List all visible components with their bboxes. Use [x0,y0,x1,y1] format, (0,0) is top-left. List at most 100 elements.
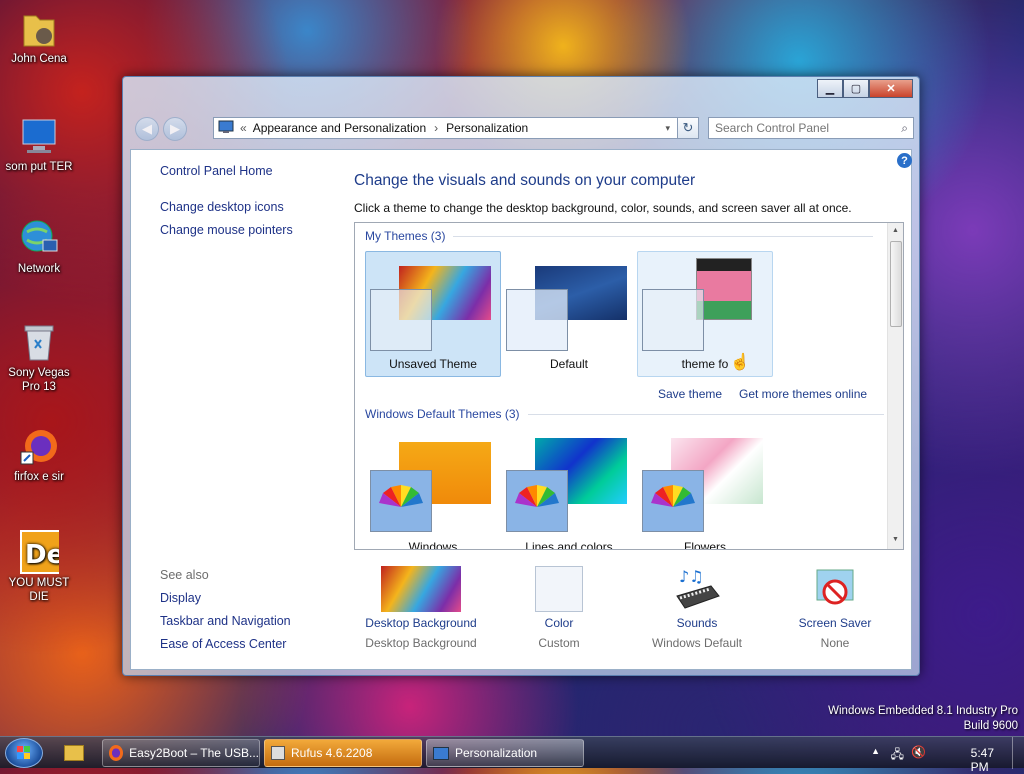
theme-tile-lines-colors[interactable]: Lines and colors [501,433,637,549]
taskbar-button-label: Rufus 4.6.2208 [291,746,373,760]
refresh-button[interactable]: ↻ [677,117,699,139]
window-color-preview [370,289,432,351]
theme-thumbnail [696,258,752,320]
theme-tile-default[interactable]: Default [501,251,637,377]
color-wheel-icon [370,470,432,532]
ease-of-access-link[interactable]: Ease of Access Center [160,637,286,651]
maximize-button[interactable]: ▢ [843,79,869,98]
volume-muted-icon[interactable]: 🔇 [911,745,926,759]
desktop-icon-sony-vegas[interactable]: Sony Vegas Pro 13 [0,322,78,394]
forward-button[interactable]: ▶ [163,117,187,141]
color-item[interactable]: Color Custom [489,566,629,650]
desktop-background-link[interactable]: Desktop Background [351,616,491,630]
taskbar-button-label: Easy2Boot – The USB... [129,746,259,760]
sounds-value: Windows Default [651,636,743,650]
page-title: Change the visuals and sounds on your co… [354,172,696,189]
computer-icon [19,116,59,156]
folder-taskbar-icon[interactable] [64,745,84,761]
caption-buttons: ▁ ▢ ✕ [817,79,913,98]
theme-list-scrollbar[interactable]: ▲ ▼ [887,223,903,549]
screen-saver-link[interactable]: Screen Saver [765,616,905,630]
color-swatch-icon [535,566,583,612]
color-link[interactable]: Color [489,616,629,630]
control-panel-home-link[interactable]: Control Panel Home [160,164,273,178]
firefox-icon [19,426,59,466]
start-button[interactable] [5,738,43,768]
content-area: Control Panel Home Change desktop icons … [130,149,912,670]
taskbar-button-easy2boot[interactable]: Easy2Boot – The USB... [102,739,260,767]
desktop-icon-label: firfox e sir [14,471,64,483]
window-color-preview [642,289,704,351]
desktop-icon-label: som put TER [5,161,73,173]
desktop-icon-network[interactable]: Network [0,218,78,276]
default-themes-header: Windows Default Themes (3) [365,407,884,421]
clock[interactable]: 5:47 PM [971,746,994,774]
change-desktop-icons-link[interactable]: Change desktop icons [160,200,284,214]
control-panel-icon [218,120,234,137]
theme-list: My Themes (3) Unsaved Theme Default them… [354,222,904,550]
scroll-down-icon[interactable]: ▼ [892,536,899,543]
watermark-build: Build 9600 [963,720,1018,732]
change-mouse-pointers-link[interactable]: Change mouse pointers [160,223,293,237]
search-box[interactable]: ⌕ [708,117,914,139]
close-button[interactable]: ✕ [869,79,913,98]
my-themes-header: My Themes (3) [365,229,874,243]
minimize-button[interactable]: ▁ [817,79,843,98]
svg-text:De: De [25,540,59,570]
address-dropdown-icon[interactable]: ▾ [665,123,670,134]
taskbar-navigation-link[interactable]: Taskbar and Navigation [160,614,291,628]
color-wheel-icon [506,470,568,532]
search-input[interactable] [709,118,879,138]
desktop-icon-you-must-die[interactable]: De YOU MUST DIE [0,530,78,604]
theme-tile-windows[interactable]: Windows [365,433,501,549]
scroll-up-icon[interactable]: ▲ [892,227,899,234]
theme-name: Unsaved Theme [389,357,477,371]
show-desktop-button[interactable] [1012,737,1024,769]
taskbar-button-personalization[interactable]: Personalization [426,739,584,767]
scroll-thumb[interactable] [890,241,902,327]
theme-name: theme fo [681,357,729,371]
address-bar[interactable]: « Appearance and Personalization › Perso… [213,117,699,139]
desktop-icon-computer[interactable]: som put TER [0,116,78,174]
get-more-themes-link[interactable]: Get more themes online [739,387,867,401]
screen-saver-icon [811,566,859,612]
default-themes-label: Windows Default Themes (3) [365,407,520,421]
see-also-title: See also [160,568,209,582]
sounds-icon: ♪♫ [671,566,723,612]
screen-saver-item[interactable]: Screen Saver None [765,566,905,650]
my-themes-label: My Themes (3) [365,229,446,243]
desktop-icon-john-cena[interactable]: John Cena [0,8,78,66]
save-theme-link[interactable]: Save theme [658,387,722,401]
sounds-link[interactable]: Sounds [627,616,767,630]
help-icon[interactable]: ? [897,153,912,168]
firefox-icon [109,745,124,761]
back-button[interactable]: ◀ [135,117,159,141]
chevron-right-icon: › [434,121,439,135]
theme-name: Lines and colors [525,540,613,550]
network-tray-icon[interactable]: 🖧 [891,745,904,766]
taskbar: Easy2Boot – The USB... Rufus 4.6.2208 Pe… [0,736,1024,774]
desktop-icon-label: Network [17,263,61,275]
theme-tile-custom[interactable]: theme fo ☝ [637,251,773,377]
show-hidden-icons-button[interactable]: ▲ [871,746,880,756]
desktop-icon-firefox[interactable]: firfox e sir [0,426,78,484]
svg-text:♪♫: ♪♫ [679,567,704,586]
sounds-item[interactable]: ♪♫ Sounds Windows Default [627,566,767,650]
windows-logo-icon [17,746,30,759]
theme-tile-unsaved[interactable]: Unsaved Theme [365,251,501,377]
breadcrumb-appearance[interactable]: Appearance and Personalization [253,121,426,135]
search-icon[interactable]: ⌕ [901,121,908,136]
color-value: Custom [538,636,580,650]
taskbar-button-rufus[interactable]: Rufus 4.6.2208 [264,739,422,767]
display-link[interactable]: Display [160,591,201,605]
desktop-background-item[interactable]: Desktop Background Desktop Background [351,566,491,650]
theme-tile-flowers[interactable]: Flowers [637,433,773,549]
desktop-icon-label: John Cena [11,53,67,65]
folder-icon [19,8,59,48]
window-color-preview [506,289,568,351]
breadcrumb-personalization[interactable]: Personalization [446,121,528,135]
theme-name: Windows [408,540,458,550]
network-icon [19,218,59,258]
desktop-icon-label: YOU MUST DIE [8,577,70,603]
address-prefix: « [240,121,247,135]
